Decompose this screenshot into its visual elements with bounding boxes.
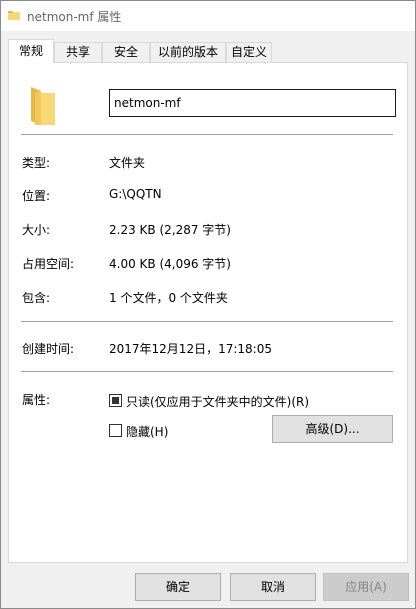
type-label: 类型: [22, 156, 51, 170]
hidden-label: 隐藏(H) [126, 425, 169, 439]
general-tab-panel: 类型: 文件夹 位置: G:\QQTN 大小: 2.23 KB (2,287 字… [8, 62, 408, 563]
tab-customize[interactable]: 自定义 [226, 42, 272, 62]
created-value: 2017年12月12日，17:18:05 [109, 342, 272, 356]
tab-label: 以前的版本 [157, 45, 218, 59]
folder-icon [8, 11, 20, 20]
tab-general[interactable]: 常规 [8, 39, 54, 63]
attributes-label: 属性: [22, 393, 51, 407]
disk-size-label: 占用空间: [22, 257, 75, 271]
properties-dialog: netmon-mf 属性 常规 共享 安全 以前的版本 自定义 类型: 文件夹 … [0, 0, 416, 609]
readonly-checkbox[interactable] [109, 394, 122, 407]
location-value: G:\QQTN [109, 187, 162, 201]
readonly-label: 只读(仅应用于文件夹中的文件)(R) [126, 395, 310, 409]
tab-sharing[interactable]: 共享 [54, 42, 102, 62]
contains-value: 1 个文件，0 个文件夹 [109, 291, 228, 305]
folder-name-input[interactable] [109, 89, 396, 117]
size-label: 大小: [22, 223, 51, 237]
advanced-button[interactable]: 高级(D)... [272, 415, 393, 443]
tab-label: 安全 [113, 45, 138, 59]
divider [21, 321, 393, 322]
tab-label: 自定义 [230, 45, 267, 59]
created-label: 创建时间: [22, 342, 75, 356]
location-label: 位置: [22, 189, 51, 203]
disk-size-value: 4.00 KB (4,096 字节) [109, 257, 231, 271]
tab-label: 共享 [65, 45, 90, 59]
contains-label: 包含: [22, 291, 51, 305]
cancel-button[interactable]: 取消 [230, 573, 316, 601]
apply-button[interactable]: 应用(A) [323, 573, 409, 601]
ok-button[interactable]: 确定 [135, 573, 221, 601]
hidden-checkbox[interactable] [109, 424, 122, 437]
size-value: 2.23 KB (2,287 字节) [109, 223, 231, 237]
tab-label: 常规 [18, 44, 43, 58]
tab-previous-versions[interactable]: 以前的版本 [150, 42, 226, 62]
tab-security[interactable]: 安全 [102, 42, 150, 62]
title-bar: netmon-mf 属性 [1, 1, 415, 31]
type-value: 文件夹 [109, 156, 146, 170]
divider [21, 371, 393, 372]
divider [21, 134, 393, 135]
window-title: netmon-mf 属性 [27, 10, 122, 24]
folder-icon [31, 87, 55, 125]
